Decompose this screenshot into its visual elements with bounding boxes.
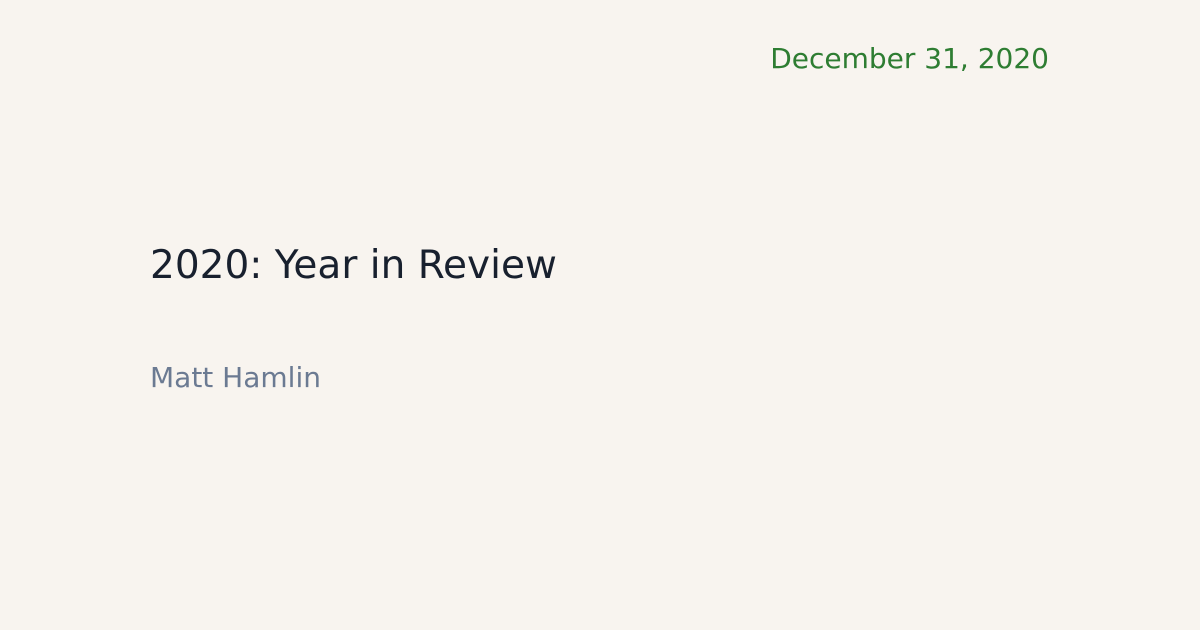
- social-card: December 31, 2020 2020: Year in Review M…: [0, 0, 1200, 630]
- post-date: December 31, 2020: [770, 42, 1049, 75]
- post-author: Matt Hamlin: [150, 361, 321, 394]
- post-title: 2020: Year in Review: [150, 243, 557, 288]
